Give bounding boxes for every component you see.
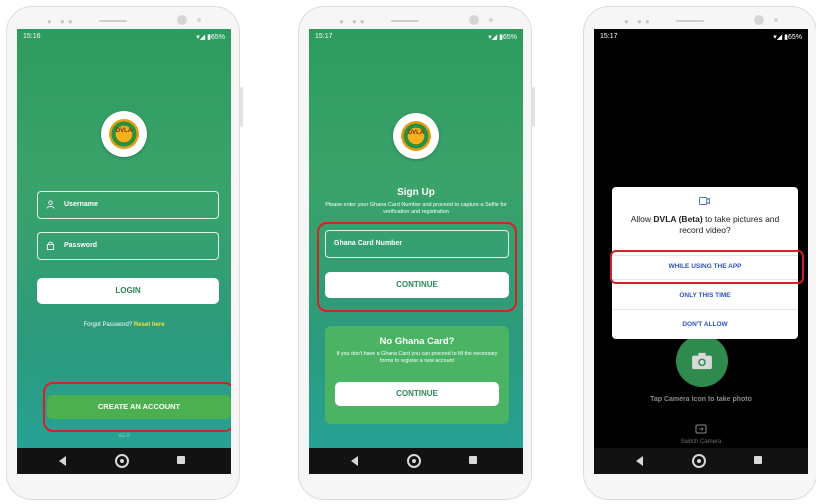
recents-icon[interactable] <box>754 456 762 464</box>
sensor-dot <box>197 18 201 22</box>
logo-text: DVLA <box>115 128 133 134</box>
status-bar: 15:17 ▾◢ ▮65% <box>309 29 523 43</box>
front-camera <box>469 15 479 25</box>
power-button <box>240 87 243 127</box>
back-icon[interactable] <box>351 456 358 466</box>
nav-bar <box>594 448 808 474</box>
recents-icon[interactable] <box>177 456 185 464</box>
camera-icon <box>692 352 712 370</box>
front-camera <box>754 15 764 25</box>
signup-title: Sign Up <box>397 187 435 198</box>
speaker-grille <box>99 20 127 22</box>
signup-subtitle: Please enter your Ghana Card Number and … <box>325 202 507 215</box>
front-camera <box>177 15 187 25</box>
highlight-box <box>43 382 231 432</box>
camera-shutter-button[interactable] <box>676 335 728 387</box>
forgot-password-text: Forgot Password? <box>83 322 133 328</box>
no-card-continue-button[interactable]: CONTINUE <box>335 382 499 406</box>
nav-bar <box>17 448 231 474</box>
camera-screen: 15:17 ▾◢ ▮65% Tap Camera icon to take ph… <box>594 29 808 474</box>
permission-prompt: Allow DVLA (Beta) to take pictures and r… <box>622 214 788 236</box>
phone-login: ● ●● 15:16 ▾◢ ▮65% DVLA Username Passwor… <box>6 6 243 500</box>
reset-here-link[interactable]: Reset here <box>134 322 165 328</box>
status-icons: ▾◢ ▮65% <box>196 34 225 41</box>
speaker-grille <box>391 20 419 22</box>
password-placeholder: Password <box>64 242 98 249</box>
speaker-grille <box>676 20 704 22</box>
status-bar: 15:16 ▾◢ ▮65% <box>17 29 231 43</box>
status-time: 15:17 <box>315 33 333 40</box>
phone-permission: ● ●● 15:17 ▾◢ ▮65% Tap Camera icon to ta… <box>583 6 816 500</box>
login-screen: 15:16 ▾◢ ▮65% DVLA Username Password LOG… <box>17 29 231 474</box>
login-button[interactable]: LOGIN <box>37 278 219 304</box>
dont-allow-option[interactable]: DON'T ALLOW <box>612 314 798 336</box>
no-card-title: No Ghana Card? <box>379 336 455 347</box>
signup-screen: 15:17 ▾◢ ▮65% DVLA Sign Up Please enter … <box>309 29 523 474</box>
user-icon <box>46 200 55 209</box>
status-icons: ▾◢ ▮65% <box>488 34 517 41</box>
back-icon[interactable] <box>636 456 643 466</box>
camera-hint: Tap Camera icon to take photo <box>650 396 752 403</box>
recents-icon[interactable] <box>469 456 477 464</box>
sensor-dots: ● ●● <box>624 17 653 26</box>
lock-icon <box>46 241 55 250</box>
highlight-box <box>317 222 517 312</box>
home-icon[interactable] <box>115 454 129 468</box>
back-icon[interactable] <box>59 456 66 466</box>
forgot-password-line: Forgot Password? Reset here <box>17 322 231 328</box>
dvla-logo: DVLA <box>393 113 439 159</box>
status-time: 15:17 <box>600 33 618 40</box>
status-time: 15:16 <box>23 33 41 40</box>
switch-camera-icon[interactable] <box>695 423 707 435</box>
home-icon[interactable] <box>407 454 421 468</box>
divider <box>612 309 798 310</box>
prompt-prefix: Allow <box>630 214 654 224</box>
version-text: v2.0 <box>118 433 130 439</box>
username-field[interactable]: Username <box>37 191 219 219</box>
password-field[interactable]: Password <box>37 232 219 260</box>
sensor-dots: ● ●● <box>339 17 368 26</box>
status-bar: 15:17 ▾◢ ▮65% <box>594 29 808 43</box>
home-icon[interactable] <box>692 454 706 468</box>
video-camera-icon <box>699 197 710 205</box>
status-icons: ▾◢ ▮65% <box>773 34 802 41</box>
switch-camera-label[interactable]: Switch Camera <box>594 439 808 445</box>
prompt-app-name: DVLA (Beta) <box>653 214 703 224</box>
username-placeholder: Username <box>64 201 98 208</box>
phone-signup: ● ●● 15:17 ▾◢ ▮65% DVLA Sign Up Please e… <box>298 6 535 500</box>
power-button <box>532 87 535 127</box>
nav-bar <box>309 448 523 474</box>
logo-emblem: DVLA <box>401 121 431 151</box>
sensor-dot <box>489 18 493 22</box>
no-ghana-card-panel: No Ghana Card? If you don't have a Ghana… <box>325 326 509 424</box>
sensor-dot <box>774 18 778 22</box>
logo-emblem: DVLA <box>109 119 139 149</box>
highlight-box <box>610 250 804 284</box>
logo-text: DVLA <box>407 130 425 136</box>
only-this-time-option[interactable]: ONLY THIS TIME <box>612 285 798 307</box>
no-card-text: If you don't have a Ghana Card you can p… <box>336 351 498 364</box>
sensor-dots: ● ●● <box>47 17 76 26</box>
dvla-logo: DVLA <box>101 111 147 157</box>
